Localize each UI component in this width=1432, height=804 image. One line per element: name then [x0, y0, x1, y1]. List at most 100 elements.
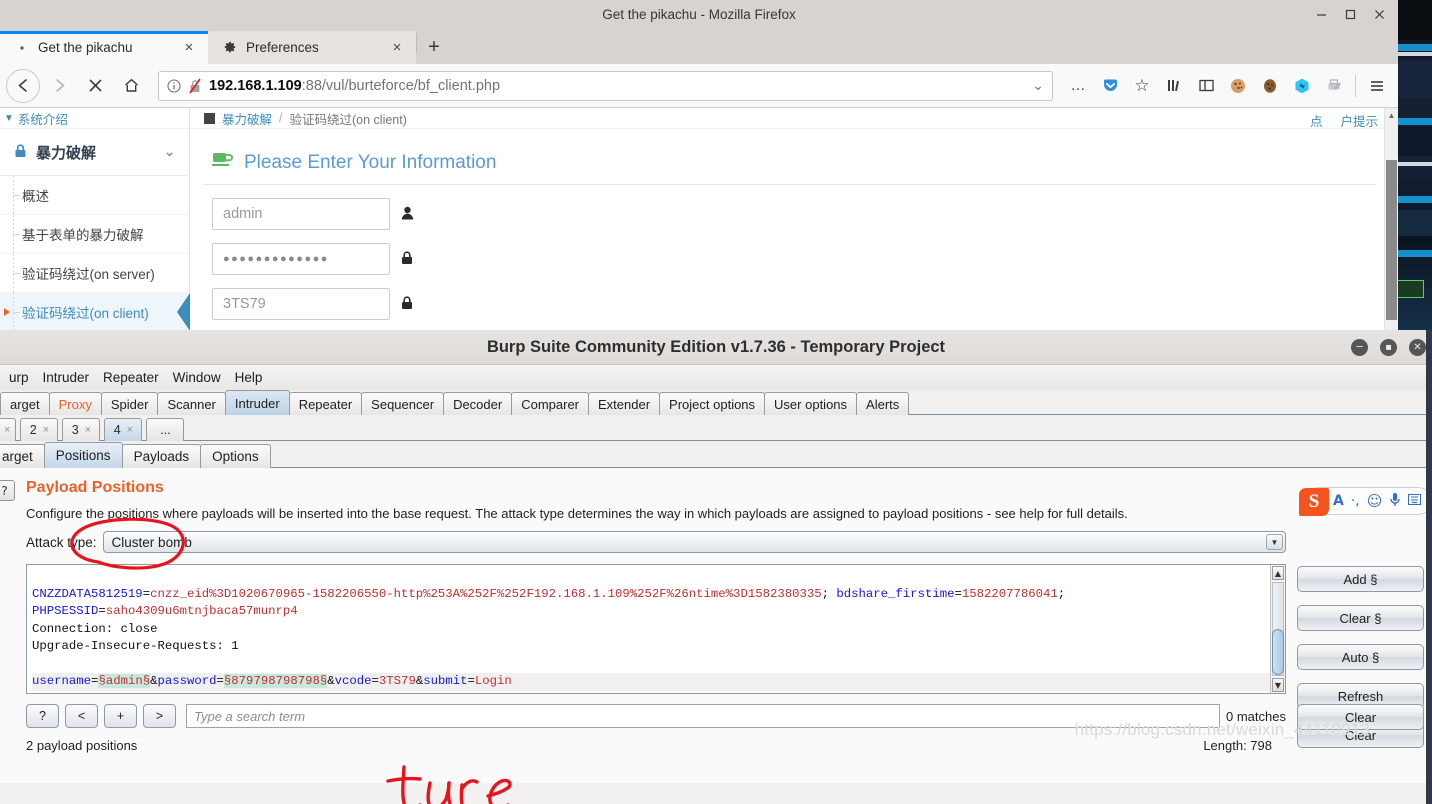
close-icon[interactable]: ✕ [1409, 339, 1426, 356]
payload-marker-username[interactable]: §admin§ [98, 674, 151, 688]
back-button[interactable] [6, 68, 40, 103]
attack-tab-4[interactable]: 4 × [104, 418, 143, 441]
print-icon[interactable] [1319, 71, 1349, 101]
pocket-icon[interactable] [1095, 71, 1125, 101]
bookmark-star-icon[interactable]: ☆ [1127, 71, 1157, 101]
search-add-button[interactable]: + [104, 704, 137, 728]
new-tab-button[interactable]: + [417, 31, 451, 64]
search-input[interactable]: Type a search term [186, 704, 1221, 728]
breadcrumb-right-1[interactable]: 户提示 [1340, 111, 1378, 130]
tab-intruder[interactable]: Intruder [224, 390, 290, 415]
tab-proxy[interactable]: Proxy [48, 392, 102, 415]
close-icon[interactable]: × [127, 424, 133, 436]
username-input[interactable]: admin [212, 198, 390, 230]
page-scrollbar[interactable]: ▲ [1384, 108, 1398, 331]
url-bar[interactable]: 192.168.1.109:88/vul/burteforce/bf_clien… [158, 70, 1053, 101]
browser-tab-1[interactable]: Preferences × [208, 31, 416, 64]
clear-marker-button[interactable]: Clear § [1297, 605, 1424, 631]
scrollbar-thumb[interactable] [1272, 629, 1284, 675]
chevron-down-icon[interactable]: ⌄ [1032, 77, 1044, 94]
tab-scanner[interactable]: Scanner [157, 392, 226, 415]
attack-tab-more[interactable]: ... [146, 418, 185, 441]
menu-repeater[interactable]: Repeater [96, 370, 166, 385]
menu-burp[interactable]: urp [2, 370, 36, 385]
add-marker-button[interactable]: Add § [1297, 566, 1424, 592]
broken-lock-icon[interactable] [188, 78, 202, 94]
tab-extender[interactable]: Extender [588, 392, 661, 415]
search-help-button[interactable]: ? [26, 704, 59, 728]
browser-tab-0[interactable]: Get the pikachu × [0, 31, 208, 64]
request-editor[interactable]: CNZZDATA5812519=cnzz_eid%3D1020670965-15… [26, 564, 1286, 694]
sidebar-icon[interactable] [1191, 71, 1221, 101]
ime-emoji-icon[interactable]: ☺ [1367, 492, 1383, 510]
scroll-up-icon[interactable]: ▲ [1272, 566, 1284, 580]
tab-user-options[interactable]: User options [764, 392, 858, 415]
sidebar-item-captcha-client[interactable]: 验证码绕过(on client) [0, 293, 190, 331]
subtab-options[interactable]: Options [200, 444, 271, 468]
subtab-positions[interactable]: Positions [43, 442, 123, 468]
url-text[interactable]: 192.168.1.109:88/vul/burteforce/bf_clien… [209, 78, 1025, 94]
search-next-button[interactable]: > [143, 704, 176, 728]
subtab-target[interactable]: arget [0, 444, 45, 468]
home-button[interactable] [114, 69, 148, 103]
attack-tab-3[interactable]: 3 × [62, 418, 101, 441]
menu-intruder[interactable]: Intruder [36, 370, 97, 385]
sidebar-group-brute-force[interactable]: 暴力破解 ⌄ [0, 129, 189, 176]
password-input[interactable]: ●●●●●●●●●●●●● [212, 243, 390, 275]
vcode-input[interactable]: 3TS79 [212, 288, 390, 320]
cookie-icon[interactable] [1223, 71, 1253, 101]
scroll-up-icon[interactable]: ▲ [1385, 108, 1398, 122]
tab-decoder[interactable]: Decoder [443, 392, 513, 415]
close-icon[interactable]: × [85, 424, 91, 436]
sogou-ime-toolbar[interactable]: S A ·, ☺ [1299, 487, 1432, 516]
tab-spider[interactable]: Spider [100, 392, 159, 415]
close-icon[interactable]: × [43, 424, 49, 436]
tab-close-icon[interactable]: × [388, 39, 406, 57]
sidebar-item-captcha-server[interactable]: 验证码绕过(on server) [0, 254, 189, 293]
extension-icon[interactable] [1287, 71, 1317, 101]
search-clear-button[interactable]: Clear [1297, 704, 1424, 730]
tab-sequencer[interactable]: Sequencer [361, 392, 445, 415]
help-button[interactable]: ? [0, 480, 15, 501]
ime-mode-icon[interactable]: A [1333, 493, 1344, 509]
attack-tab-2[interactable]: 2 × [20, 418, 59, 441]
sidebar-item-overview[interactable]: 概述 [0, 176, 189, 215]
sogou-logo-icon[interactable]: S [1299, 488, 1329, 516]
cookie-dark-icon[interactable] [1255, 71, 1285, 101]
auto-marker-button[interactable]: Auto § [1297, 644, 1424, 670]
minimize-icon[interactable] [1308, 3, 1334, 25]
maximize-icon[interactable] [1337, 3, 1363, 25]
ime-voice-icon[interactable] [1389, 492, 1401, 511]
page-info-icon[interactable] [167, 78, 181, 93]
chevron-down-icon[interactable]: ▼ [1266, 534, 1283, 550]
tab-repeater[interactable]: Repeater [288, 392, 363, 415]
scroll-down-icon[interactable]: ▼ [1272, 678, 1284, 692]
menu-icon[interactable] [1362, 71, 1392, 101]
subtab-payloads[interactable]: Payloads [121, 444, 202, 468]
tab-comparer[interactable]: Comparer [511, 392, 589, 415]
search-prev-button[interactable]: < [65, 704, 98, 728]
sidebar-item-system-intro[interactable]: ▼ 系统介绍 [0, 108, 189, 129]
payload-marker-password[interactable]: §879798798798§ [223, 674, 328, 688]
tab-alerts[interactable]: Alerts [856, 392, 910, 415]
breadcrumb-right-0[interactable]: 点 [1310, 111, 1323, 130]
tab-project-options[interactable]: Project options [659, 392, 766, 415]
minimize-icon[interactable]: ─ [1351, 339, 1368, 356]
tab-target[interactable]: arget [0, 392, 50, 415]
close-icon[interactable]: × [4, 424, 10, 436]
request-text[interactable]: CNZZDATA5812519=cnzz_eid%3D1020670965-15… [27, 565, 1285, 693]
stop-button[interactable] [78, 69, 112, 103]
request-scrollbar[interactable]: ▲ ▼ [1270, 565, 1285, 693]
attack-tab-1[interactable]: × [0, 418, 17, 441]
breadcrumb-parent[interactable]: 暴力破解 [222, 109, 272, 128]
library-icon[interactable] [1159, 71, 1189, 101]
close-icon[interactable] [1366, 3, 1392, 25]
tab-close-icon[interactable]: × [180, 39, 198, 57]
page-actions-icon[interactable]: … [1063, 71, 1093, 101]
ime-keyboard-icon[interactable] [1408, 493, 1422, 509]
ime-punctuation-icon[interactable]: ·, [1351, 493, 1360, 509]
menu-help[interactable]: Help [228, 370, 270, 385]
forward-button[interactable] [42, 69, 76, 103]
attack-type-select[interactable]: Cluster bomb ▼ [102, 531, 1286, 553]
sidebar-item-form-brute-force[interactable]: 基于表单的暴力破解 [0, 215, 189, 254]
